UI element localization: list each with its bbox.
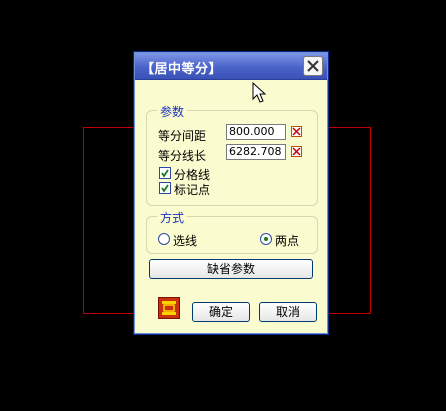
- mode-legend: 方式: [157, 209, 188, 226]
- radio-two-points[interactable]: [260, 233, 272, 245]
- option-line-label[interactable]: 选线: [173, 232, 197, 249]
- mark-checkbox[interactable]: [159, 182, 171, 194]
- cross-icon: [292, 147, 301, 156]
- length-input[interactable]: 6282.708: [226, 144, 286, 160]
- radio-select-line[interactable]: [158, 233, 170, 245]
- mouse-pointer-icon: [252, 82, 267, 103]
- spacing-input[interactable]: 800.000: [226, 124, 286, 140]
- spacing-label: 等分间距: [158, 129, 207, 143]
- ok-button[interactable]: 确定: [192, 302, 250, 322]
- cross-icon: [292, 127, 301, 136]
- params-group: 参数 等分间距 800.000 等分线长 6282.708 分格线 标记点: [146, 103, 318, 206]
- radio-selected-dot: [264, 237, 268, 241]
- divider-checkbox[interactable]: [159, 167, 171, 179]
- length-pick-button[interactable]: [291, 146, 302, 157]
- default-params-button[interactable]: 缺省参数: [149, 259, 313, 279]
- option-twopoint-label[interactable]: 两点: [275, 232, 299, 249]
- checkmark-icon: [161, 184, 169, 193]
- equal-divide-dialog: 【居中等分】 参数 等分间距 800.000 等分线长 6282.708 分格线…: [133, 51, 329, 335]
- length-label: 等分线长: [158, 149, 207, 163]
- dialog-title: 【居中等分】: [141, 62, 223, 77]
- mark-label[interactable]: 标记点: [174, 181, 210, 198]
- title-bar[interactable]: 【居中等分】: [135, 53, 327, 80]
- params-legend: 参数: [157, 103, 188, 120]
- app-logo-icon: [158, 297, 180, 319]
- close-button[interactable]: [303, 56, 323, 76]
- spacing-pick-button[interactable]: [291, 126, 302, 137]
- mode-group: 方式 选线 两点: [146, 209, 318, 254]
- close-icon: [307, 60, 319, 72]
- cancel-button[interactable]: 取消: [259, 302, 317, 322]
- checkmark-icon: [161, 169, 169, 178]
